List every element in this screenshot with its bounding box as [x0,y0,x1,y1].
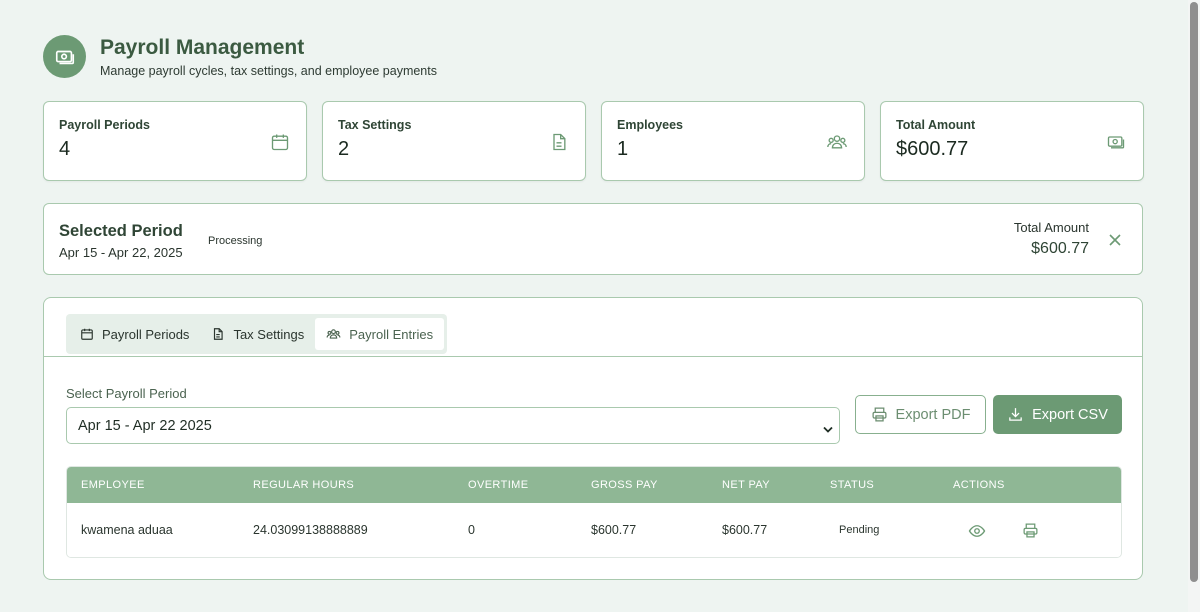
tab-label: Tax Settings [233,326,305,342]
calendar-icon [81,328,93,340]
document-icon [549,132,569,157]
stats-row: Payroll Periods 4 Tax Settings 2 Employe… [43,101,1144,181]
tab-label: Payroll Periods [102,326,190,342]
total-amount-label: Total Amount [1013,220,1089,235]
cell-regular-hours: 24.03099138888889 [253,523,368,537]
select-payroll-period-label: Select Payroll Period [66,386,187,401]
stat-value: 2 [338,138,350,160]
stat-label: Employees [617,118,684,132]
users-icon [326,329,341,339]
tab-payroll-periods[interactable]: Payroll Periods [69,318,200,350]
stat-card-employees: Employees 1 [601,101,865,181]
stat-value: 1 [617,138,629,160]
column-header-actions: ACTIONS [953,479,1005,491]
select-value: Apr 15 - Apr 22 2025 [78,417,212,434]
document-icon [214,328,224,340]
tab-payroll-entries[interactable]: Payroll Entries [315,318,445,350]
stat-label: Tax Settings [338,118,412,132]
chevron-down-icon [823,422,833,438]
close-icon[interactable] [1108,233,1122,252]
stat-value: 4 [59,138,71,160]
printer-icon [872,407,887,422]
tab-list: Payroll Periods Tax Settings Payroll Ent… [66,314,448,354]
stat-card-payroll-periods: Payroll Periods 4 [43,101,307,181]
status-badge: Pending [839,524,880,536]
cell-overtime: 0 [468,523,475,537]
stat-label: Total Amount [896,118,976,132]
selected-period-card: Selected Period Apr 15 - Apr 22, 2025 Pr… [43,203,1143,275]
cell-gross-pay: $600.77 [591,523,637,537]
divider [44,356,1142,357]
page-header: Payroll Management Manage payroll cycles… [43,35,437,78]
selected-period-range: Apr 15 - Apr 22, 2025 [59,245,183,260]
payroll-entries-table: EMPLOYEE REGULAR HOURS OVERTIME GROSS PA… [66,466,1122,558]
export-csv-button[interactable]: Export CSV [993,395,1122,434]
page-subtitle: Manage payroll cycles, tax settings, and… [100,63,437,78]
table-header: EMPLOYEE REGULAR HOURS OVERTIME GROSS PA… [67,467,1121,503]
column-header-status: STATUS [830,479,875,491]
payroll-main-panel: Payroll Periods Tax Settings Payroll Ent… [43,297,1143,580]
stat-card-tax-settings: Tax Settings 2 [322,101,586,181]
stat-value: $600.77 [896,138,969,160]
column-header-overtime: OVERTIME [468,479,529,491]
payroll-period-select[interactable]: Apr 15 - Apr 22 2025 [66,407,840,444]
column-header-gross-pay: GROSS PAY [591,479,658,491]
tab-tax-settings[interactable]: Tax Settings [200,318,315,350]
calendar-icon [270,132,290,157]
button-label: Export CSV [1032,406,1108,423]
cell-employee: kwamena aduaa [81,523,173,537]
users-icon [826,132,848,157]
table-row: kwamena aduaa 24.03099138888889 0 $600.7… [67,503,1121,557]
stat-card-total-amount: Total Amount $600.77 [880,101,1144,181]
stat-label: Payroll Periods [59,118,151,132]
scrollbar[interactable] [1188,0,1200,612]
button-label: Export PDF [895,406,971,423]
export-pdf-button[interactable]: Export PDF [855,395,986,434]
money-icon [1105,132,1127,157]
column-header-net-pay: NET PAY [722,479,771,491]
download-icon [1009,408,1022,421]
total-amount-value: $600.77 [1031,240,1089,257]
printer-icon[interactable] [1022,522,1039,544]
tab-label: Payroll Entries [349,326,434,342]
money-icon [43,35,86,78]
column-header-employee: EMPLOYEE [81,479,145,491]
eye-icon[interactable] [968,522,986,545]
scrollbar-thumb[interactable] [1190,2,1198,582]
status-badge: Processing [208,235,263,247]
selected-period-title: Selected Period [59,222,183,240]
page-title: Payroll Management [100,35,305,59]
cell-net-pay: $600.77 [722,523,768,537]
column-header-regular-hours: REGULAR HOURS [253,479,355,491]
